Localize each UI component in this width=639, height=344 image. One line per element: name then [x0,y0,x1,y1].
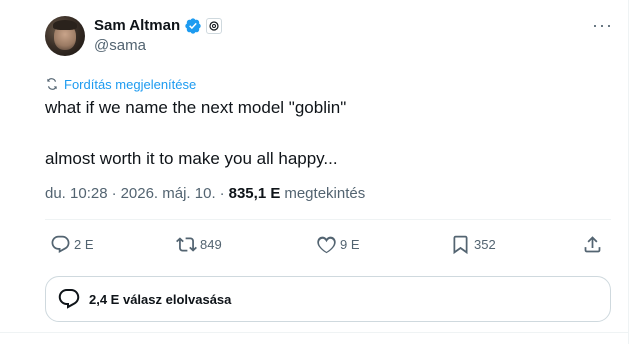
author-name[interactable]: Sam Altman [94,16,180,36]
tweet-text-line-2: almost worth it to make you all happy... [45,149,338,168]
reply-icon [51,235,70,253]
author-handle[interactable]: @sama [94,36,146,56]
translate-link[interactable]: Fordítás megjelenítése [45,75,196,93]
more-dots-icon[interactable]: ··· [592,15,613,35]
like-count: 9 E [340,236,360,252]
divider [0,332,629,333]
action-bar: 2 E 849 9 E 352 [45,232,611,256]
views-count: 835,1 E [228,185,281,202]
heart-icon [317,236,336,253]
meta-separator: · [219,185,225,202]
bookmark-count: 352 [474,236,496,252]
translate-label: Fordítás megjelenítése [64,76,197,92]
repost-button[interactable]: 849 [176,232,222,256]
divider [45,219,611,220]
tweet-card: Sam Altman @sama ··· Fordítás megjelenít… [0,0,629,344]
bookmark-icon [453,235,468,254]
verified-badge-icon[interactable] [184,17,202,35]
chat-bubble-icon [58,289,80,309]
avatar[interactable] [45,16,85,56]
tweet-time[interactable]: du. 10:28 [45,184,108,204]
tweet-meta: du. 10:28 · 2026. máj. 10. · 835,1 E meg… [45,184,365,204]
meta-separator: · [111,185,117,202]
repost-icon [176,236,197,252]
read-replies-button[interactable]: 2,4 E válasz elolvasása [45,276,611,322]
views-label: megtekintés [284,185,366,202]
tweet-text-line-1: what if we name the next model "goblin" [45,98,347,117]
read-replies-label: 2,4 E válasz elolvasása [89,291,232,307]
translate-icon [47,78,57,90]
like-button[interactable]: 9 E [316,232,360,256]
repost-count: 849 [200,236,222,252]
bookmark-button[interactable]: 352 [450,232,496,256]
reply-button[interactable]: 2 E [50,232,94,256]
share-icon [584,235,601,252]
share-button[interactable] [582,232,603,256]
author-row: Sam Altman [94,16,223,36]
reply-count: 2 E [74,236,94,252]
openai-affiliate-icon[interactable] [206,18,223,34]
tweet-date[interactable]: 2026. máj. 10. [121,184,216,204]
